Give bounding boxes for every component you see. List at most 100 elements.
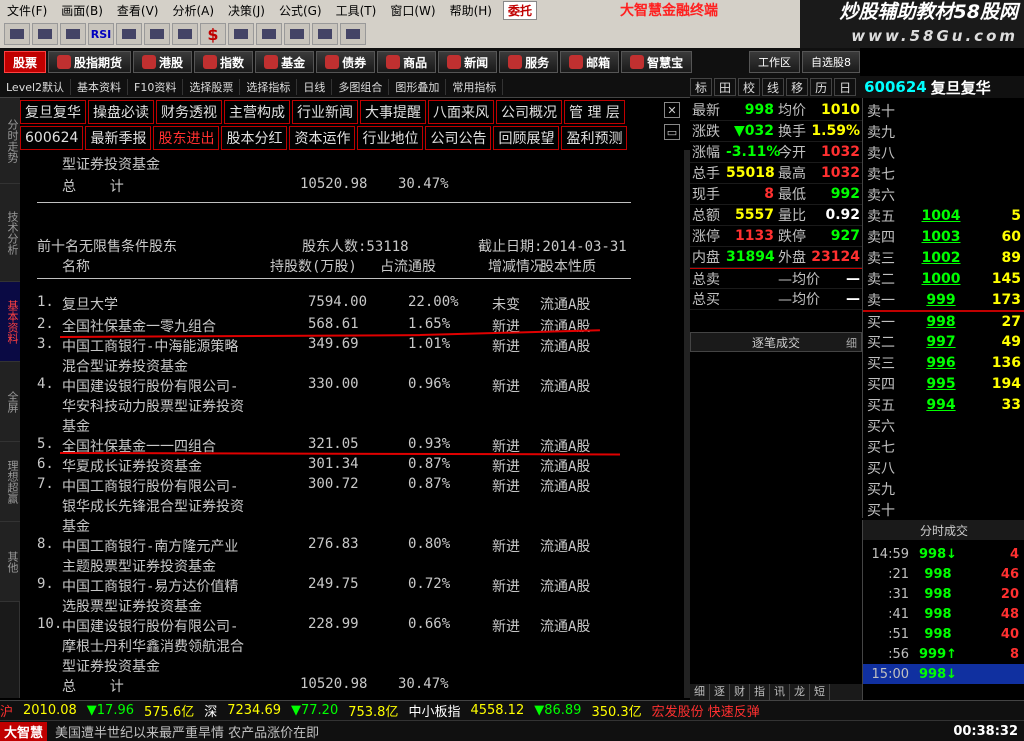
menu-item-8[interactable]: 帮助(H) <box>443 2 499 19</box>
quote-row-8: 总卖 —均价 — <box>690 268 862 289</box>
bottom-tab-5[interactable]: 龙 <box>790 684 810 700</box>
quote-row-1: 涨跌 ▼032 换手 1.59% <box>690 121 862 142</box>
bottom-tab-0[interactable]: 细 <box>690 684 710 700</box>
nav-5[interactable]: 债券 <box>316 51 376 73</box>
f10-tab-回顾展望[interactable]: 回顾展望 <box>493 126 560 150</box>
f10-tab-操盘必读[interactable]: 操盘必读 <box>88 100 154 124</box>
layout-icon[interactable] <box>312 23 338 45</box>
f10-tab-行业地位[interactable]: 行业地位 <box>357 126 424 150</box>
f10-tab-八面来风[interactable]: 八面来风 <box>428 100 494 124</box>
f10-tab-公司公告[interactable]: 公司公告 <box>425 126 492 150</box>
quote-btn-6[interactable]: 日 <box>834 78 857 96</box>
quote-btn-1[interactable]: 田 <box>714 78 737 96</box>
kline-icon[interactable] <box>60 23 86 45</box>
menu-item-1[interactable]: 画面(B) <box>54 2 110 19</box>
open-icon[interactable] <box>4 23 30 45</box>
quote-btn-2[interactable]: 校 <box>738 78 761 96</box>
subnav-5[interactable]: 日线 <box>297 78 333 95</box>
f10-tab-复旦复华[interactable]: 复旦复华 <box>20 100 86 124</box>
nav-2[interactable]: 港股 <box>133 51 193 73</box>
grid-icon[interactable] <box>116 23 142 45</box>
dollar-icon[interactable]: $ <box>200 23 226 45</box>
nav-0[interactable]: 股票 <box>4 51 47 73</box>
tick-time-4: :51 <box>888 626 909 642</box>
quote-btn-5[interactable]: 历 <box>810 78 833 96</box>
quote-label2-4: 最低 <box>778 187 806 203</box>
f10-tab-财务透视[interactable]: 财务透视 <box>156 100 222 124</box>
nav-right-1[interactable]: 自选股8 <box>802 51 860 73</box>
f10-tab-大事提醒[interactable]: 大事提醒 <box>360 100 426 124</box>
minimize-icon[interactable]: ▭ <box>664 124 680 140</box>
menu-item-3[interactable]: 分析(A) <box>165 2 221 19</box>
menu-item-2[interactable]: 查看(V) <box>110 2 166 19</box>
side-tab-4[interactable]: 理想超赢 <box>0 442 20 522</box>
plus-icon[interactable] <box>144 23 170 45</box>
side-tab-0[interactable]: 分时走势 <box>0 98 20 184</box>
tick-detail-button[interactable]: 细 <box>846 335 857 351</box>
f10-tab-管 理 层[interactable]: 管 理 层 <box>564 100 625 124</box>
f10-tab-主营构成[interactable]: 主营构成 <box>224 100 290 124</box>
nav-10[interactable]: 智慧宝 <box>621 51 693 73</box>
nav-8[interactable]: 服务 <box>499 51 559 73</box>
nav-4[interactable]: 基金 <box>255 51 315 73</box>
menu-item-5[interactable]: 公式(G) <box>272 2 329 19</box>
f10-tab-资本运作[interactable]: 资本运作 <box>289 126 356 150</box>
book-label-3: 卖七 <box>867 166 895 183</box>
subnav-7[interactable]: 图形叠加 <box>389 78 447 95</box>
bottom-tab-3[interactable]: 指 <box>750 684 770 700</box>
f10-tab-股东进出[interactable]: 股东进出 <box>153 126 220 150</box>
nav-icon-9 <box>569 55 584 69</box>
ruler-icon[interactable] <box>172 23 198 45</box>
nav-1[interactable]: 股指期货 <box>48 51 132 73</box>
nav-7[interactable]: 新闻 <box>438 51 498 73</box>
f10-tab-600624[interactable]: 600624 <box>20 126 84 150</box>
menu-item-0[interactable]: 文件(F) <box>0 2 54 19</box>
nav-3[interactable]: 指数 <box>194 51 254 73</box>
subnav-8[interactable]: 常用指标 <box>446 78 504 95</box>
f10-tab-公司概况[interactable]: 公司概况 <box>496 100 562 124</box>
side-tab-1[interactable]: 技术分析 <box>0 184 20 282</box>
binocular-icon[interactable] <box>284 23 310 45</box>
bottom-tab-1[interactable]: 逐 <box>710 684 730 700</box>
row-shares-5: 321.05 <box>308 436 359 452</box>
news-text[interactable]: 美国遭半世纪以来最严重旱情 农产品涨价在即 <box>55 722 953 741</box>
quote-btn-0[interactable]: 标 <box>690 78 713 96</box>
close-icon[interactable]: ✕ <box>664 102 680 118</box>
subnav-1[interactable]: 基本资料 <box>71 78 129 95</box>
menu-item-7[interactable]: 窗口(W) <box>383 2 442 19</box>
menu-trade[interactable]: 委托 <box>502 0 537 20</box>
status-alert[interactable]: 宏发股份 快速反弹 <box>652 701 760 720</box>
subnav-4[interactable]: 选择指标 <box>240 78 298 95</box>
row-type-1: 流通A股 <box>540 297 591 313</box>
quote-label-0: 最新 <box>692 103 720 119</box>
status-sh_amt: 575.6亿 <box>144 705 195 720</box>
finance-icon[interactable] <box>228 23 254 45</box>
f10-tab-盈利预测[interactable]: 盈利预测 <box>561 126 628 150</box>
table-icon[interactable] <box>256 23 282 45</box>
row-pct-3: 1.01% <box>408 336 451 352</box>
nav-right-0[interactable]: 工作区 <box>749 51 800 73</box>
subnav-3[interactable]: 选择股票 <box>183 78 241 95</box>
chart-icon[interactable] <box>32 23 58 45</box>
side-tab-5[interactable]: 其他 <box>0 522 20 602</box>
subnav-0[interactable]: Level2默认 <box>0 78 72 95</box>
f10-tab-行业新闻[interactable]: 行业新闻 <box>292 100 358 124</box>
bottom-tab-2[interactable]: 财 <box>730 684 750 700</box>
f10-tab-股本分红[interactable]: 股本分红 <box>221 126 288 150</box>
f10-tab-最新季报[interactable]: 最新季报 <box>85 126 152 150</box>
rsi-label[interactable]: RSI <box>88 23 114 45</box>
subnav-2[interactable]: F10资料 <box>128 78 184 95</box>
menu-item-6[interactable]: 工具(T) <box>329 2 384 19</box>
subnav-6[interactable]: 多图组合 <box>332 78 390 95</box>
bottom-tab-4[interactable]: 讯 <box>770 684 790 700</box>
nav-6[interactable]: 商品 <box>377 51 437 73</box>
time-sales: 分时成交 14:59 998↓ 4:21 998 46:31 998 20:41 998 48:… <box>862 520 1024 700</box>
menu-item-4[interactable]: 决策(J) <box>221 2 272 19</box>
side-tab-3[interactable]: 全屏 <box>0 362 20 442</box>
quote-btn-3[interactable]: 线 <box>762 78 785 96</box>
coin-icon[interactable] <box>340 23 366 45</box>
nav-9[interactable]: 邮箱 <box>560 51 620 73</box>
bottom-tab-6[interactable]: 短 <box>810 684 830 700</box>
quote-btn-4[interactable]: 移 <box>786 78 809 96</box>
side-tab-2[interactable]: 基本资料 <box>0 282 20 362</box>
